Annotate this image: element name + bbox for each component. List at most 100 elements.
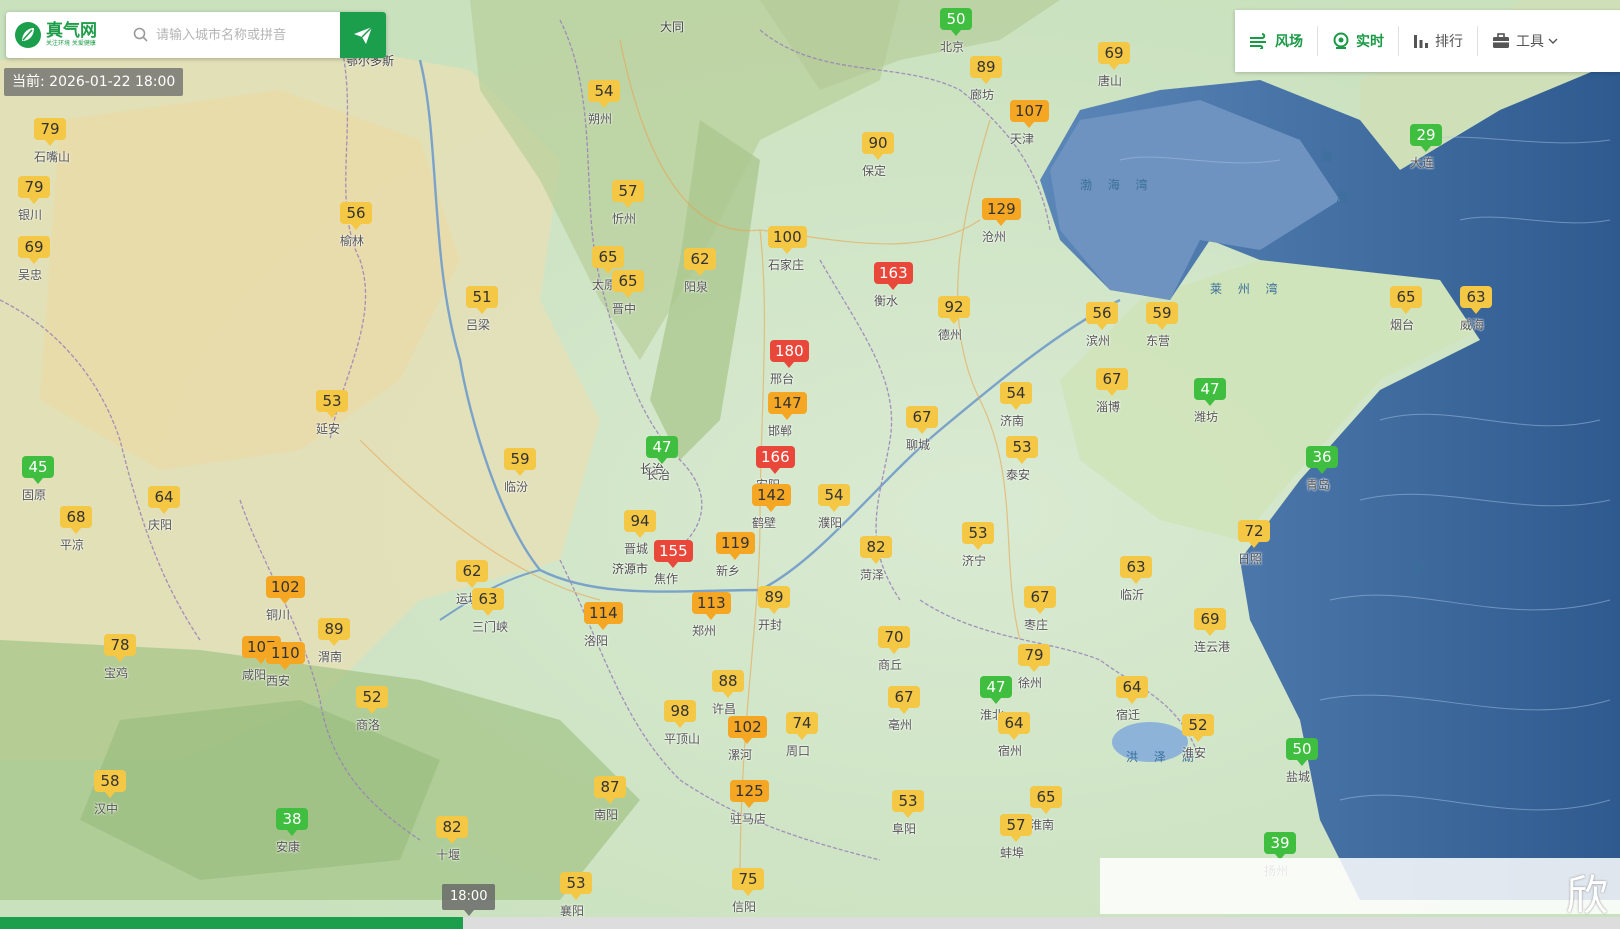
search-panel: 真气网 关注环境 关爱健康 xyxy=(6,12,386,58)
tools-button[interactable]: 工具 xyxy=(1478,26,1572,56)
aqi-value-badge: 79 xyxy=(18,176,50,204)
aqi-value-badge: 68 xyxy=(60,506,92,534)
city-name-label: 临沂 xyxy=(1120,588,1145,602)
city-name-label: 济宁 xyxy=(962,554,987,568)
wind-field-button[interactable]: 风场 xyxy=(1235,26,1318,56)
paper-plane-icon xyxy=(354,26,373,44)
realtime-label: 实时 xyxy=(1356,34,1384,50)
search-submit-button[interactable] xyxy=(340,12,386,58)
aqi-value-badge: 78 xyxy=(104,634,136,662)
aqi-value-badge: 36 xyxy=(1306,446,1338,474)
city-name-label: 宝鸡 xyxy=(104,666,129,680)
watermark-text: 欣 xyxy=(1565,871,1608,920)
timeline-progress xyxy=(0,917,464,929)
logo-title: 真气网 xyxy=(46,21,97,41)
aqi-value-badge: 63 xyxy=(1120,556,1152,584)
city-name-label: 青岛 xyxy=(1306,478,1331,492)
aqi-value-badge: 163 xyxy=(874,262,913,290)
aqi-value-badge: 67 xyxy=(888,686,920,714)
city-name-label: 东营 xyxy=(1146,334,1171,348)
city-name-label: 泰安 xyxy=(1006,468,1031,482)
aqi-value-badge: 54 xyxy=(818,484,850,512)
city-name-label: 宿州 xyxy=(998,744,1023,758)
aqi-value-badge: 59 xyxy=(504,448,536,476)
aqi-value-badge: 89 xyxy=(758,586,790,614)
map-canvas[interactable]: 大同 鄂尔多斯 长治 济源市渤 海 湾莱 州 湾海渤洪 泽 湖黄 50 北京 69 唐山 89… xyxy=(0,0,1620,929)
city-name-label: 三门峡 xyxy=(472,620,509,634)
watermark-overlay: 欣 xyxy=(1100,858,1620,920)
aqi-value-badge: 180 xyxy=(770,340,809,368)
city-name-label: 铜川 xyxy=(266,608,291,622)
aqi-value-badge: 79 xyxy=(34,118,66,146)
city-name-label: 漯河 xyxy=(728,748,753,762)
city-name-label: 徐州 xyxy=(1018,676,1043,690)
city-name-label: 邯郸 xyxy=(768,424,793,438)
city-name-label: 延安 xyxy=(316,422,341,436)
city-name-label: 邢台 xyxy=(770,372,795,386)
aqi-value-badge: 56 xyxy=(340,202,372,230)
city-name-label: 周口 xyxy=(786,744,811,758)
aqi-value-badge: 166 xyxy=(756,446,795,474)
aqi-value-badge: 53 xyxy=(962,522,994,550)
city-name-label: 日照 xyxy=(1238,552,1263,566)
aqi-value-badge: 63 xyxy=(1460,286,1492,314)
city-search-input[interactable] xyxy=(154,26,334,44)
city-name-label: 商丘 xyxy=(878,658,903,672)
city-name-label: 威海 xyxy=(1460,318,1485,332)
city-name-label: 朔州 xyxy=(588,112,613,126)
city-name-label: 信阳 xyxy=(732,900,757,914)
location-pin-icon xyxy=(1333,32,1349,49)
city-name-label: 濮阳 xyxy=(818,516,843,530)
city-name-label: 吴忠 xyxy=(18,268,43,282)
city-name-label: 石家庄 xyxy=(768,258,805,272)
city-name-label: 鹤壁 xyxy=(752,516,777,530)
aqi-value-badge: 52 xyxy=(356,686,388,714)
aqi-value-badge: 67 xyxy=(1024,586,1056,614)
aqi-value-badge: 129 xyxy=(982,198,1021,226)
aqi-value-badge: 64 xyxy=(1116,676,1148,704)
city-name-label: 安康 xyxy=(276,840,301,854)
city-name-label: 庆阳 xyxy=(148,518,173,532)
aqi-value-badge: 29 xyxy=(1410,124,1442,152)
aqi-value-badge: 53 xyxy=(560,872,592,900)
realtime-button[interactable]: 实时 xyxy=(1318,26,1399,56)
chevron-down-icon xyxy=(1548,38,1558,44)
aqi-value-badge: 142 xyxy=(752,484,791,512)
city-name-label: 阜阳 xyxy=(892,822,917,836)
city-name-label: 衡水 xyxy=(874,294,899,308)
aqi-value-badge: 94 xyxy=(624,510,656,538)
aqi-value-badge: 53 xyxy=(316,390,348,418)
aqi-value-badge: 69 xyxy=(1194,608,1226,636)
city-name-label: 晋城 xyxy=(624,542,649,556)
city-name-label: 商洛 xyxy=(356,718,381,732)
city-name-label: 开封 xyxy=(758,618,783,632)
aqi-value-badge: 45 xyxy=(22,456,54,484)
city-name-label: 新乡 xyxy=(716,564,741,578)
ranking-button[interactable]: 排行 xyxy=(1399,26,1478,56)
aqi-value-badge: 70 xyxy=(878,626,910,654)
city-name-label: 聊城 xyxy=(906,438,931,452)
aqi-value-badge: 90 xyxy=(862,132,894,160)
aqi-value-badge: 92 xyxy=(938,296,970,324)
timeline-bar[interactable] xyxy=(0,917,1620,929)
aqi-value-badge: 88 xyxy=(712,670,744,698)
city-name-label: 廊坊 xyxy=(970,88,995,102)
aqi-value-badge: 87 xyxy=(594,776,626,804)
aqi-value-badge: 63 xyxy=(472,588,504,616)
logo-slogan: 关注环境 关爱健康 xyxy=(46,40,96,47)
search-icon xyxy=(133,27,148,42)
aqi-value-badge: 53 xyxy=(1006,436,1038,464)
aqi-value-badge: 54 xyxy=(588,80,620,108)
city-name-label: 烟台 xyxy=(1390,318,1415,332)
site-logo[interactable]: 真气网 关注环境 关爱健康 xyxy=(6,21,126,49)
city-name-label: 石嘴山 xyxy=(34,150,71,164)
aqi-value-badge: 39 xyxy=(1264,832,1296,860)
city-name-label: 榆林 xyxy=(340,234,365,248)
city-name-label: 十堰 xyxy=(436,848,461,862)
leaf-logo-icon xyxy=(15,22,41,48)
aqi-value-badge: 72 xyxy=(1238,520,1270,548)
aqi-value-badge: 69 xyxy=(18,236,50,264)
city-name-label: 连云港 xyxy=(1194,640,1231,654)
city-name-label: 宿迁 xyxy=(1116,708,1141,722)
aqi-value-badge: 47 xyxy=(1194,378,1226,406)
